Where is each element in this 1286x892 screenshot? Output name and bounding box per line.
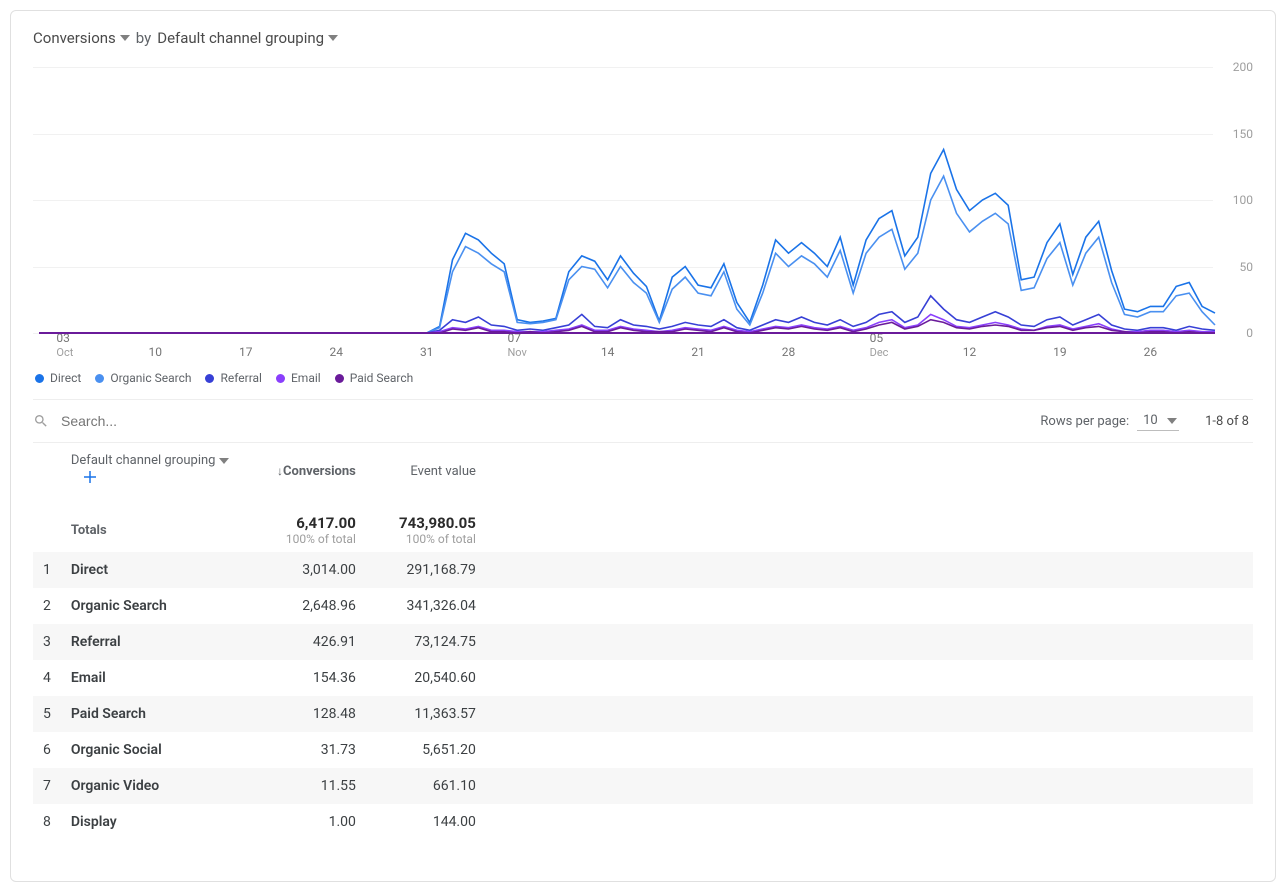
table-row[interactable]: 3Referral426.9173,124.75 <box>33 624 1253 660</box>
totals-event-value: 743,980.05 <box>376 514 476 532</box>
legend-label: Organic Search <box>110 371 191 385</box>
search-wrap <box>33 412 1040 430</box>
row-index: 6 <box>33 732 61 768</box>
table-row[interactable]: 1Direct3,014.00291,168.79 <box>33 552 1253 588</box>
row-index: 5 <box>33 696 61 732</box>
row-event-value: 20,540.60 <box>366 660 486 696</box>
metric-dropdown[interactable]: Conversions <box>33 29 130 47</box>
legend-item[interactable]: Organic Search <box>95 371 191 385</box>
dimension-dropdown-label: Default channel grouping <box>157 29 324 47</box>
row-event-value: 73,124.75 <box>366 624 486 660</box>
totals-row: Totals 6,417.00 100% of total 743,980.05… <box>33 500 1253 552</box>
add-dimension-button[interactable] <box>81 475 99 490</box>
rows-per-page-select[interactable]: 10 <box>1137 411 1179 431</box>
row-name: Paid Search <box>61 696 246 732</box>
totals-event-value-sub: 100% of total <box>376 532 476 546</box>
totals-label: Totals <box>71 523 107 538</box>
caret-down-icon <box>328 33 338 43</box>
rows-per-page: Rows per page: 10 <box>1040 411 1179 431</box>
table-row[interactable]: 6Organic Social31.735,651.20 <box>33 732 1253 768</box>
row-name: Organic Search <box>61 588 246 624</box>
chart-title-row: Conversions by Default channel grouping <box>33 29 1253 47</box>
row-index: 3 <box>33 624 61 660</box>
row-conversions: 426.91 <box>246 624 366 660</box>
legend-label: Paid Search <box>350 371 414 385</box>
legend-dot-icon <box>335 374 344 383</box>
row-name: Organic Social <box>61 732 246 768</box>
row-conversions: 31.73 <box>246 732 366 768</box>
row-index: 8 <box>33 804 61 840</box>
caret-down-icon <box>120 33 130 43</box>
row-name: Direct <box>61 552 246 588</box>
row-event-value: 144.00 <box>366 804 486 840</box>
legend-label: Direct <box>50 371 81 385</box>
legend-dot-icon <box>95 374 104 383</box>
dimension-column-label: Default channel grouping <box>71 453 216 468</box>
row-index: 2 <box>33 588 61 624</box>
row-event-value: 341,326.04 <box>366 588 486 624</box>
page-indicator: 1-8 of 8 <box>1205 414 1249 429</box>
table-toolbar: Rows per page: 10 1-8 of 8 <box>33 399 1253 443</box>
search-input[interactable] <box>59 412 299 430</box>
series-line <box>39 176 1215 333</box>
event-value-column-label: Event value <box>410 464 475 479</box>
rows-per-page-label: Rows per page: <box>1040 414 1129 429</box>
legend-item[interactable]: Paid Search <box>335 371 414 385</box>
analytics-card: Conversions by Default channel grouping … <box>10 10 1276 882</box>
totals-conversions: 6,417.00 <box>256 514 356 532</box>
legend-label: Referral <box>220 371 262 385</box>
row-name: Email <box>61 660 246 696</box>
chart-svg <box>33 57 1255 367</box>
row-index: 7 <box>33 768 61 804</box>
row-event-value: 291,168.79 <box>366 552 486 588</box>
row-conversions: 2,648.96 <box>246 588 366 624</box>
dimension-dropdown[interactable]: Default channel grouping <box>157 29 338 47</box>
row-name: Organic Video <box>61 768 246 804</box>
conversions-column-label: Conversions <box>283 464 356 479</box>
row-conversions: 128.48 <box>246 696 366 732</box>
data-table: Default channel grouping ↓Conversions Ev… <box>33 443 1253 840</box>
row-event-value: 661.10 <box>366 768 486 804</box>
series-line <box>39 150 1215 334</box>
legend-dot-icon <box>205 374 214 383</box>
legend-label: Email <box>291 371 321 385</box>
table-row[interactable]: 2Organic Search2,648.96341,326.04 <box>33 588 1253 624</box>
table-row[interactable]: 4Email154.3620,540.60 <box>33 660 1253 696</box>
legend-dot-icon <box>276 374 285 383</box>
legend-dot-icon <box>35 374 44 383</box>
totals-conversions-sub: 100% of total <box>256 532 356 546</box>
dimension-column-header[interactable]: Default channel grouping <box>71 453 230 468</box>
row-event-value: 5,651.20 <box>366 732 486 768</box>
table-header-row: Default channel grouping ↓Conversions Ev… <box>33 443 1253 500</box>
row-name: Referral <box>61 624 246 660</box>
event-value-column-header[interactable]: Event value <box>366 443 486 500</box>
table-row[interactable]: 7Organic Video11.55661.10 <box>33 768 1253 804</box>
metric-dropdown-label: Conversions <box>33 29 116 47</box>
chart-legend: Direct Organic Search Referral Email Paid Se… <box>33 371 1253 385</box>
row-name: Display <box>61 804 246 840</box>
legend-item[interactable]: Direct <box>35 371 81 385</box>
rows-per-page-value: 10 <box>1143 413 1158 428</box>
row-conversions: 11.55 <box>246 768 366 804</box>
row-conversions: 154.36 <box>246 660 366 696</box>
caret-down-icon <box>1167 416 1177 426</box>
table-row[interactable]: 5Paid Search128.4811,363.57 <box>33 696 1253 732</box>
row-index: 4 <box>33 660 61 696</box>
conversions-column-header[interactable]: ↓Conversions <box>246 443 366 500</box>
legend-item[interactable]: Referral <box>205 371 262 385</box>
search-icon <box>33 413 49 429</box>
row-conversions: 3,014.00 <box>246 552 366 588</box>
by-label: by <box>136 29 151 47</box>
row-event-value: 11,363.57 <box>366 696 486 732</box>
line-chart: 05010015020003Oct1017243107Nov14212805De… <box>33 57 1253 367</box>
row-conversions: 1.00 <box>246 804 366 840</box>
table-row[interactable]: 8Display1.00144.00 <box>33 804 1253 840</box>
legend-item[interactable]: Email <box>276 371 321 385</box>
caret-down-icon <box>219 456 229 466</box>
row-index: 1 <box>33 552 61 588</box>
